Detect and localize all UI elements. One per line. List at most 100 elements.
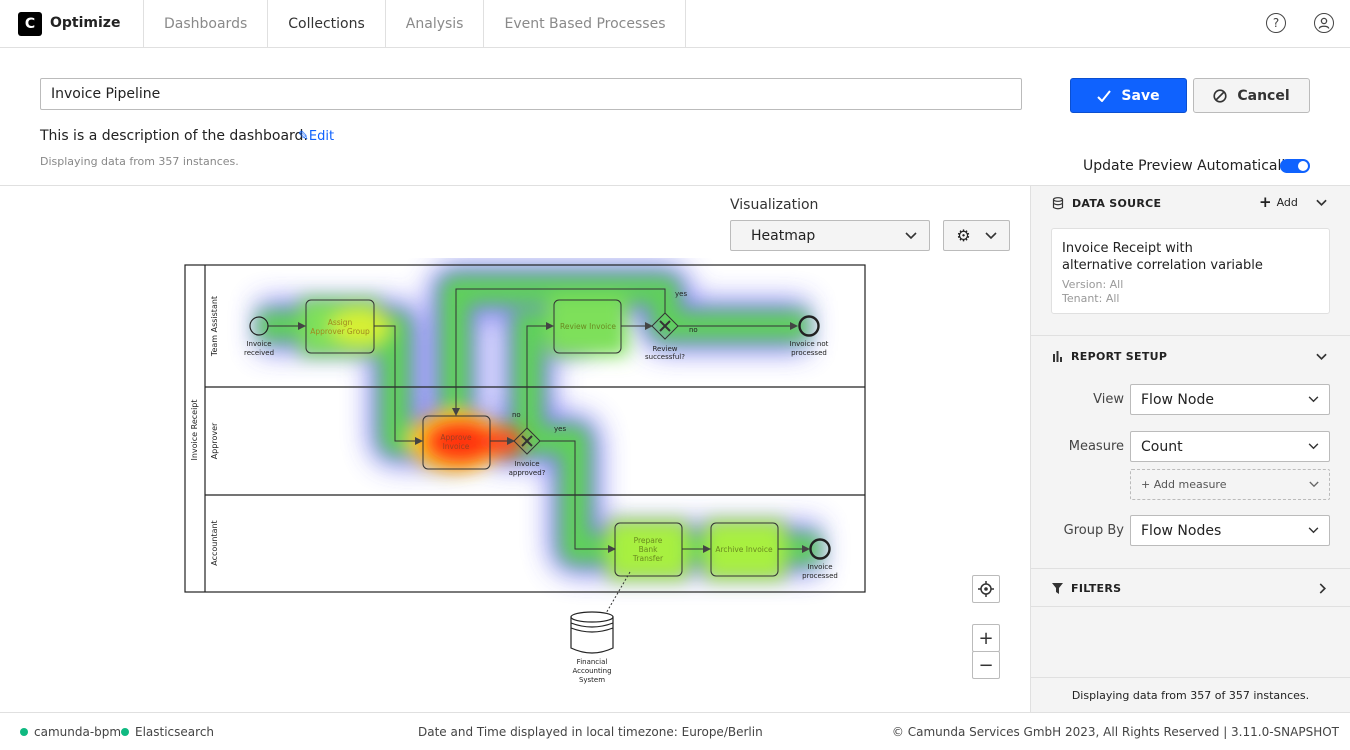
svg-text:approved?: approved? — [509, 469, 546, 477]
user-icon[interactable] — [1314, 13, 1334, 33]
gear-icon: ⚙ — [956, 226, 971, 245]
add-source-label: Add — [1276, 196, 1298, 209]
cancel-icon — [1213, 88, 1227, 103]
svg-text:processed: processed — [791, 349, 827, 357]
view-label: View — [1093, 392, 1124, 407]
chevron-right-icon[interactable] — [1319, 583, 1327, 594]
chevron-down-icon — [1308, 443, 1319, 450]
data-source-heading-text: DATA SOURCE — [1072, 197, 1162, 210]
measure-label: Measure — [1068, 439, 1124, 454]
add-measure-label: + Add measure — [1141, 478, 1227, 491]
svg-text:Invoice: Invoice — [807, 563, 832, 571]
lane-label-approver: Approver — [210, 422, 219, 459]
visualization-value: Heatmap — [751, 227, 816, 244]
svg-text:Archive Invoice: Archive Invoice — [715, 545, 773, 554]
cancel-button[interactable]: Cancel — [1193, 78, 1310, 113]
edit-description-link[interactable]: ✎Edit — [298, 129, 334, 144]
reset-zoom-button[interactable] — [972, 575, 1000, 603]
bar-chart-icon — [1053, 351, 1062, 362]
source-title-line1: Invoice Receipt with — [1062, 241, 1193, 256]
save-label: Save — [1121, 87, 1160, 104]
svg-text:Invoice: Invoice — [514, 460, 539, 468]
group-by-select[interactable]: Flow Nodes — [1130, 515, 1330, 546]
add-measure-button[interactable]: + Add measure — [1130, 469, 1330, 500]
svg-text:Approver Group: Approver Group — [310, 327, 370, 336]
group-by-label: Group By — [1063, 523, 1124, 538]
nav-dashboards[interactable]: Dashboards — [143, 0, 267, 48]
report-setup-heading-text: REPORT SETUP — [1071, 350, 1168, 363]
data-store-financial-system[interactable] — [570, 611, 614, 654]
chevron-down-icon[interactable] — [1316, 353, 1327, 361]
svg-text:Prepare: Prepare — [634, 536, 663, 545]
filters-heading[interactable]: FILTERS — [1052, 582, 1121, 595]
svg-text:Review Invoice: Review Invoice — [560, 322, 616, 331]
svg-text:Assign: Assign — [328, 318, 353, 327]
svg-text:yes: yes — [675, 290, 687, 298]
help-icon[interactable]: ? — [1266, 13, 1286, 33]
filters-heading-text: FILTERS — [1071, 582, 1122, 595]
filter-icon — [1052, 583, 1063, 594]
svg-text:Invoice: Invoice — [246, 340, 271, 348]
header-icons: ? — [1266, 13, 1334, 33]
status-camunda: camunda-bpm — [20, 725, 121, 739]
source-title-line2: alternative correlation variable — [1062, 258, 1263, 273]
panel-instances-count: Displaying data from 357 of 357 instance… — [1031, 677, 1350, 712]
edit-label: Edit — [308, 129, 335, 144]
database-icon — [1052, 197, 1064, 210]
svg-text:no: no — [512, 411, 521, 419]
report-name-input[interactable] — [40, 78, 1022, 110]
save-button[interactable]: Save — [1070, 78, 1187, 113]
chevron-down-icon — [1308, 396, 1319, 403]
svg-text:Bank: Bank — [639, 545, 658, 554]
visualization-select[interactable]: Heatmap — [730, 220, 930, 251]
plus-icon: + — [978, 627, 994, 649]
data-source-card[interactable]: Invoice Receipt with alternative correla… — [1051, 228, 1330, 314]
update-preview-toggle[interactable] — [1280, 159, 1310, 173]
nav-analysis[interactable]: Analysis — [384, 0, 484, 48]
chevron-down-icon[interactable] — [1316, 199, 1327, 207]
footer: camunda-bpm Elasticsearch Date and Time … — [0, 712, 1350, 750]
main-nav: Dashboards Collections Analysis Event Ba… — [143, 0, 687, 48]
add-source-button[interactable]: + Add — [1259, 195, 1298, 210]
svg-text:received: received — [244, 349, 274, 357]
status-camunda-label: camunda-bpm — [34, 725, 122, 739]
chevron-down-icon — [985, 231, 997, 239]
chevron-down-icon — [1308, 527, 1319, 534]
nav-collections[interactable]: Collections — [267, 0, 385, 48]
nav-event-based-processes[interactable]: Event Based Processes — [483, 0, 687, 48]
minus-icon: − — [978, 654, 994, 676]
bpmn-heatmap-diagram[interactable]: Invoice Receipt Team Assistant Approver … — [178, 258, 878, 688]
view-select[interactable]: Flow Node — [1130, 384, 1330, 415]
measure-value: Count — [1141, 438, 1183, 455]
status-dot — [20, 728, 28, 736]
zoom-in-button[interactable]: + — [972, 624, 1000, 652]
svg-text:Invoice: Invoice — [443, 442, 470, 451]
svg-text:Approve: Approve — [440, 433, 472, 442]
chevron-down-icon — [905, 231, 917, 239]
instances-count: Displaying data from 357 instances. — [40, 155, 239, 168]
panel-divider — [1031, 335, 1350, 336]
report-setup-heading: REPORT SETUP — [1052, 350, 1167, 363]
visualization-label: Visualization — [730, 197, 819, 213]
crosshair-icon — [978, 581, 994, 597]
group-by-value: Flow Nodes — [1141, 522, 1222, 539]
chevron-down-icon — [1309, 481, 1319, 488]
report-description: This is a description of the dashboard. — [40, 128, 308, 144]
svg-text:yes: yes — [554, 425, 566, 433]
app-name[interactable]: Optimize — [50, 15, 120, 31]
status-dot — [121, 728, 129, 736]
svg-text:successful?: successful? — [645, 353, 685, 361]
pencil-icon: ✎ — [298, 129, 309, 144]
zoom-out-button[interactable]: − — [972, 651, 1000, 679]
panel-divider — [1031, 606, 1350, 607]
svg-text:System: System — [579, 676, 605, 684]
configuration-button[interactable]: ⚙ — [943, 220, 1010, 251]
svg-text:Review: Review — [653, 345, 678, 353]
data-source-heading: DATA SOURCE — [1052, 197, 1161, 210]
cancel-label: Cancel — [1237, 87, 1290, 104]
status-elasticsearch-label: Elasticsearch — [135, 725, 215, 739]
lane-label-team-assistant: Team Assistant — [210, 296, 219, 357]
source-tenant: Tenant: All — [1062, 292, 1120, 305]
camunda-logo[interactable]: C — [18, 12, 42, 36]
measure-select[interactable]: Count — [1130, 431, 1330, 462]
